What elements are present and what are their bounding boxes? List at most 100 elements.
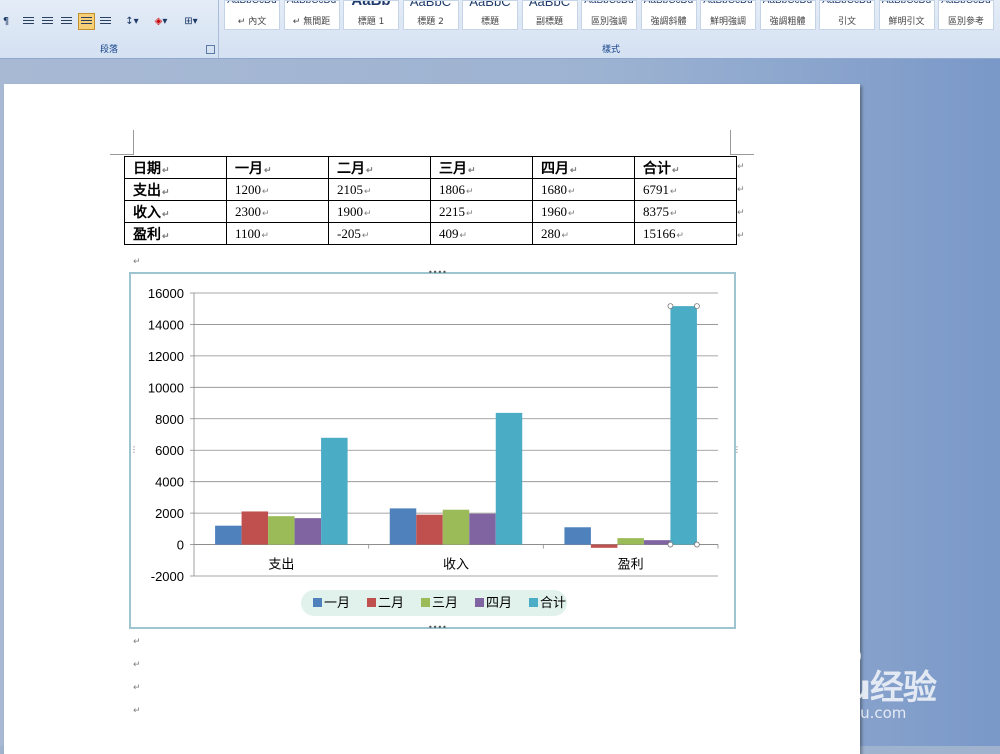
cell-mark: ↵ [262,207,270,218]
cell-mark: ↵ [568,185,576,196]
table-cell[interactable]: 6791↵ [634,178,737,201]
style-tile[interactable]: AaBbCcDd 區別參考 [938,0,994,30]
legend-swatch [313,598,322,607]
show-marks-button[interactable]: ¶ [0,13,12,30]
style-sample: AaBbCcDd [762,0,813,6]
legend-label: 四月 [486,596,512,611]
borders-button[interactable]: ⊞ ▾ [178,13,204,30]
table-row[interactable]: 支出↵ 1200↵ 2105↵ 1806↵ 1680↵ 6791↵ [124,178,737,201]
table-row[interactable]: 盈利↵ 1100↵ -205↵ 409↵ 280↵ 15166↵ [124,222,737,245]
table-cell[interactable]: 1806↵ [430,178,533,201]
category-label: 盈利 [618,558,644,573]
style-tile[interactable]: AaBbCcDd ↵ 無間距 [283,0,340,30]
table-cell[interactable]: 1900↵ [328,200,431,223]
table-cell[interactable]: 盈利↵ [124,222,227,245]
table-cell[interactable]: 2105↵ [328,178,431,201]
cell-text: 收入 [133,205,161,221]
clustered-bar-chart[interactable]: 16000 14000 12000 10000 8000 6000 4000 2000 0 -20… [131,274,734,627]
cell-text: 二月 [337,161,365,177]
style-tile[interactable]: AaBbCcDd 強調粗體 [759,0,816,30]
y-tick-label: 8000 [155,412,184,427]
style-tile[interactable]: AaBbCcDd 強調斜體 [640,0,697,30]
bar [670,306,697,545]
paragraph-mark: ↵ [133,683,141,693]
table-cell[interactable]: 409↵ [430,222,533,245]
style-sample: AaBbCcDd [822,0,872,6]
table-cell[interactable]: 一月↵ [226,156,329,179]
cell-mark: ↵ [162,208,170,219]
bar [469,513,496,545]
style-name: 標題 [480,17,499,27]
table-cell[interactable]: 支出↵ [124,178,227,201]
table-cell[interactable]: 2300↵ [226,200,329,223]
cell-mark: ↵ [261,229,270,240]
table-cell[interactable]: 二月↵ [328,156,431,179]
legend-label: 一月 [324,596,350,611]
cell-mark: ↵ [670,185,678,196]
paragraph-mark: ↵ [133,660,141,670]
style-name: 引文 [837,17,856,27]
table-cell[interactable]: 1100↵ [226,222,329,245]
y-tick-label: 10000 [148,380,184,395]
style-name: 鮮明引文 [888,17,925,27]
row-end-mark: ↵ [737,162,745,172]
y-tick-label: 6000 [155,443,184,458]
table-cell[interactable]: 1680↵ [532,178,635,201]
style-tile[interactable]: AaBbCcDd 鮮明引文 [878,0,935,30]
table-cell[interactable]: 15166↵ [634,222,737,245]
cell-text: 2105 [337,181,363,197]
table-cell[interactable]: 2215↵ [430,200,533,223]
cell-mark: ↵ [670,207,678,218]
table-row[interactable]: 日期↵ 一月↵ 二月↵ 三月↵ 四月↵ 合计↵ [124,156,737,179]
style-tile[interactable]: AaBbC 副標題 [521,0,578,30]
style-tile[interactable]: AaBbC 標題 [462,0,518,30]
style-sample: AaBb [351,0,391,9]
cell-text: 15166 [643,225,676,241]
line-spacing-button[interactable]: ↕▾ [120,13,144,30]
style-name: 鮮明強調 [709,17,746,27]
shading-button[interactable]: ◈ ▾ [148,13,174,30]
style-tile[interactable]: AaBbCcDd 引文 [819,0,875,30]
style-tile[interactable]: AaBb 標題 1 [343,0,399,30]
style-tile[interactable]: AaBbC 標題 2 [402,0,459,30]
baidu-watermark: Baidu经验 jingyan.baidu.com [766,646,996,736]
table-cell[interactable]: 收入↵ [124,200,227,223]
align-center-button[interactable] [39,13,56,30]
resize-handle-left[interactable]: ⋮ [130,445,138,454]
table-cell[interactable]: 合计↵ [634,156,737,179]
style-tile[interactable]: AaBbCcDd 鮮明強調 [700,0,756,30]
distributed-button[interactable] [97,13,114,30]
table-cell[interactable]: 日期↵ [124,156,227,179]
align-right-button[interactable] [58,13,75,30]
style-tile[interactable]: AaBbCcDd ↵ 內文 [224,0,280,30]
table-cell[interactable]: 1960↵ [532,200,635,223]
justify-button[interactable] [78,13,95,30]
table-cell[interactable]: 三月↵ [430,156,533,179]
cell-mark: ↵ [162,164,170,175]
selection-handle [694,303,700,310]
style-name: 強調斜體 [650,17,687,27]
paragraph-dialog-launcher[interactable] [206,45,215,54]
resize-handle-top[interactable]: •••• [428,268,447,277]
resize-handle-right[interactable]: ⋮ [733,445,741,454]
crop-mark [133,130,134,154]
legend-label: 二月 [378,596,404,611]
table-row[interactable]: 收入↵ 2300↵ 1900↵ 2215↵ 1960↵ 8375↵ [124,200,737,223]
styles-group-label: 樣式 [601,45,620,55]
table-cell[interactable]: 8375↵ [634,200,737,223]
legend-label: 三月 [432,596,458,611]
resize-handle-bottom[interactable]: •••• [428,623,447,632]
cell-mark: ↵ [361,229,370,240]
style-sample: AaBbCcDd [703,0,753,6]
align-left-button[interactable] [20,13,37,30]
cell-text: 8375 [643,203,669,219]
paragraph-mark: ↵ [133,257,141,267]
table-cell[interactable]: 四月↵ [532,156,635,179]
chart-object[interactable]: 16000 14000 12000 10000 8000 6000 4000 2000 0 -20… [129,272,736,629]
line-spacing-icon: ↕▾ [125,16,139,27]
style-tile[interactable]: AaBbCcDd 區別強調 [581,0,637,30]
table-cell[interactable]: -205↵ [328,222,431,245]
table-cell[interactable]: 1200↵ [226,178,329,201]
table-cell[interactable]: 280↵ [532,222,635,245]
data-table[interactable]: 日期↵ 一月↵ 二月↵ 三月↵ 四月↵ 合计↵ 支出↵ 1200↵ 2105↵ 1806↵ 1680… [124,156,737,245]
